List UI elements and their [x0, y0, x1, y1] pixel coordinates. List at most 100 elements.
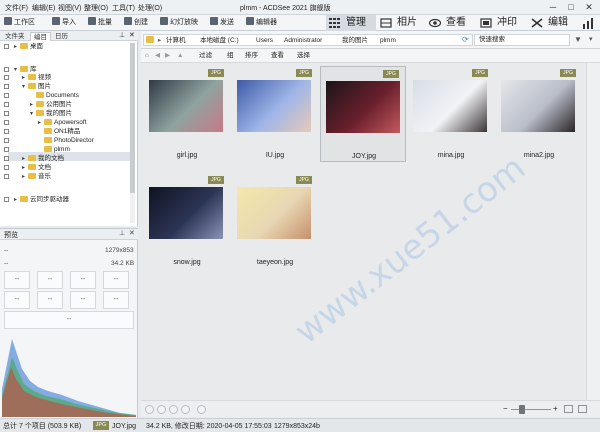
fullscreen-icon[interactable]: [578, 405, 587, 413]
tree-item-on1[interactable]: ON1精品: [38, 128, 80, 136]
tab-folders[interactable]: 文件夹: [2, 32, 28, 41]
undo-icon[interactable]: [181, 405, 190, 414]
photo-thumbnail[interactable]: [237, 80, 311, 132]
tree-item-apowersoft[interactable]: ▸ Apowersoft: [38, 119, 87, 127]
create-button[interactable]: 创建: [124, 17, 148, 29]
include-checkbox[interactable]: [4, 93, 9, 98]
pin-icon[interactable]: ⊥: [119, 31, 125, 39]
rotate-left-icon[interactable]: [145, 405, 154, 414]
home-icon[interactable]: ⌂: [145, 51, 149, 61]
tree-item-videos[interactable]: ▸ 视频: [22, 74, 51, 82]
panel-close-icon[interactable]: ✕: [129, 31, 135, 39]
zoom-in-icon[interactable]: +: [553, 404, 558, 413]
photo-thumbnail[interactable]: [501, 80, 575, 132]
crumb-plmm[interactable]: plmm: [380, 36, 396, 46]
select-menu[interactable]: 选择: [297, 51, 310, 61]
thumbnail-card[interactable]: JPG taeyeon.jpg: [232, 173, 318, 269]
menu-edit[interactable]: 编辑(E): [32, 3, 55, 13]
include-checkbox[interactable]: [4, 84, 9, 89]
preview-close-icon[interactable]: ✕: [129, 229, 135, 237]
mode-photos[interactable]: 相片: [377, 15, 425, 31]
quick-search-input[interactable]: 快速搜索: [474, 34, 570, 46]
thumbnail-card[interactable]: JPG girl.jpg: [144, 66, 230, 162]
back-icon[interactable]: ◀: [155, 51, 160, 61]
minimize-button[interactable]: ─: [544, 1, 562, 13]
view-menu[interactable]: 查看: [271, 51, 284, 61]
tree-item-docs[interactable]: ▸ 文档: [22, 164, 51, 172]
breadcrumb[interactable]: ▸ 计算机 本地磁盘 (C:) Users Administrator 我的图片…: [143, 34, 473, 46]
tree-item-music[interactable]: ▸ 音乐: [22, 173, 51, 181]
include-checkbox[interactable]: [4, 197, 9, 202]
group-menu[interactable]: 组: [227, 51, 234, 61]
menu-view[interactable]: 视图(V): [58, 3, 81, 13]
include-checkbox[interactable]: [4, 44, 9, 49]
photo-thumbnail[interactable]: [413, 80, 487, 132]
tree-item-library[interactable]: ▾ 库: [14, 66, 37, 74]
tree-item-pictures[interactable]: ▾ 图片: [22, 83, 51, 91]
delete-icon[interactable]: [197, 405, 206, 414]
menu-organize[interactable]: 整理(O): [84, 3, 108, 13]
tree-scrollbar-thumb[interactable]: [130, 43, 135, 193]
thumbnail-card[interactable]: JPG JOY.jpg: [320, 66, 406, 162]
thumbnail-card[interactable]: JPG mina2.jpg: [496, 66, 582, 162]
up-icon[interactable]: ▲: [177, 51, 183, 61]
tab-catalog[interactable]: 编目: [30, 32, 51, 41]
include-checkbox[interactable]: [4, 102, 9, 107]
tree-item-plmm[interactable]: plmm: [38, 146, 70, 154]
sort-menu[interactable]: 排序: [245, 51, 258, 61]
send-button[interactable]: 发送: [210, 17, 234, 29]
forward-icon[interactable]: ▶: [165, 51, 170, 61]
grid-scrollbar[interactable]: [586, 63, 600, 400]
rotate-right-icon[interactable]: [157, 405, 166, 414]
include-checkbox[interactable]: [4, 129, 9, 134]
breadcrumb-arrow-icon[interactable]: ▸: [158, 36, 161, 46]
zoom-out-icon[interactable]: −: [503, 404, 508, 413]
filter-funnel-icon[interactable]: ▼: [574, 35, 582, 44]
import-button[interactable]: 导入: [52, 17, 76, 29]
mode-view[interactable]: 查看: [426, 15, 474, 31]
mode-develop[interactable]: 冲印: [477, 15, 527, 31]
tree-item-desktop[interactable]: ▸ 桌面: [14, 43, 43, 51]
menu-process[interactable]: 处理(O): [138, 3, 162, 13]
menu-file[interactable]: 文件(F): [5, 3, 28, 13]
include-checkbox[interactable]: [4, 75, 9, 80]
photo-thumbnail[interactable]: [149, 80, 223, 132]
tab-calendar[interactable]: 日历: [52, 32, 71, 41]
tree-item-cloud-drive[interactable]: ▸ 云同步驱动器: [14, 196, 69, 204]
include-checkbox[interactable]: [4, 138, 9, 143]
include-checkbox[interactable]: [4, 147, 9, 152]
search-options-icon[interactable]: ▾: [589, 35, 593, 43]
maximize-button[interactable]: □: [562, 1, 580, 13]
close-button[interactable]: ✕: [580, 1, 598, 13]
tree-item-my-pictures[interactable]: ▾ 我的图片: [30, 110, 72, 118]
include-checkbox[interactable]: [4, 156, 9, 161]
crumb-my-pictures[interactable]: 我的图片: [342, 36, 368, 46]
batch-button[interactable]: 批量: [88, 17, 112, 29]
photo-thumbnail[interactable]: [326, 81, 400, 133]
zoom-slider-knob[interactable]: [519, 405, 525, 414]
crumb-users[interactable]: Users: [256, 36, 273, 46]
thumbnail-card[interactable]: JPG IU.jpg: [232, 66, 318, 162]
crumb-computer[interactable]: 计算机: [166, 36, 186, 46]
tree-item-my-documents[interactable]: ▸ 我的文档: [22, 155, 64, 163]
photo-thumbnail[interactable]: [237, 187, 311, 239]
tree-item-documents[interactable]: Documents: [30, 92, 79, 100]
stats-icon[interactable]: [582, 18, 596, 29]
refresh-thumbs-icon[interactable]: [169, 405, 178, 414]
refresh-icon[interactable]: ⟳: [462, 35, 469, 45]
include-checkbox[interactable]: [4, 174, 9, 179]
preview-pin-icon[interactable]: ⊥: [119, 229, 125, 237]
mode-edit[interactable]: 编辑: [528, 15, 578, 31]
photo-thumbnail[interactable]: [149, 187, 223, 239]
slideshow-button[interactable]: 幻灯放映: [160, 17, 198, 29]
thumbnail-card[interactable]: JPG mina.jpg: [408, 66, 494, 162]
menu-tools[interactable]: 工具(T): [112, 3, 135, 13]
tree-item-photodirector[interactable]: PhotoDirector: [38, 137, 94, 145]
include-checkbox[interactable]: [4, 67, 9, 72]
thumbnail-card[interactable]: JPG snow.jpg: [144, 173, 230, 269]
filter-menu[interactable]: 过滤: [199, 51, 212, 61]
include-checkbox[interactable]: [4, 165, 9, 170]
crumb-local-disk[interactable]: 本地磁盘 (C:): [200, 36, 239, 46]
tree-item-public-pictures[interactable]: ▸ 公用图片: [30, 101, 72, 109]
crumb-administrator[interactable]: Administrator: [284, 36, 322, 46]
